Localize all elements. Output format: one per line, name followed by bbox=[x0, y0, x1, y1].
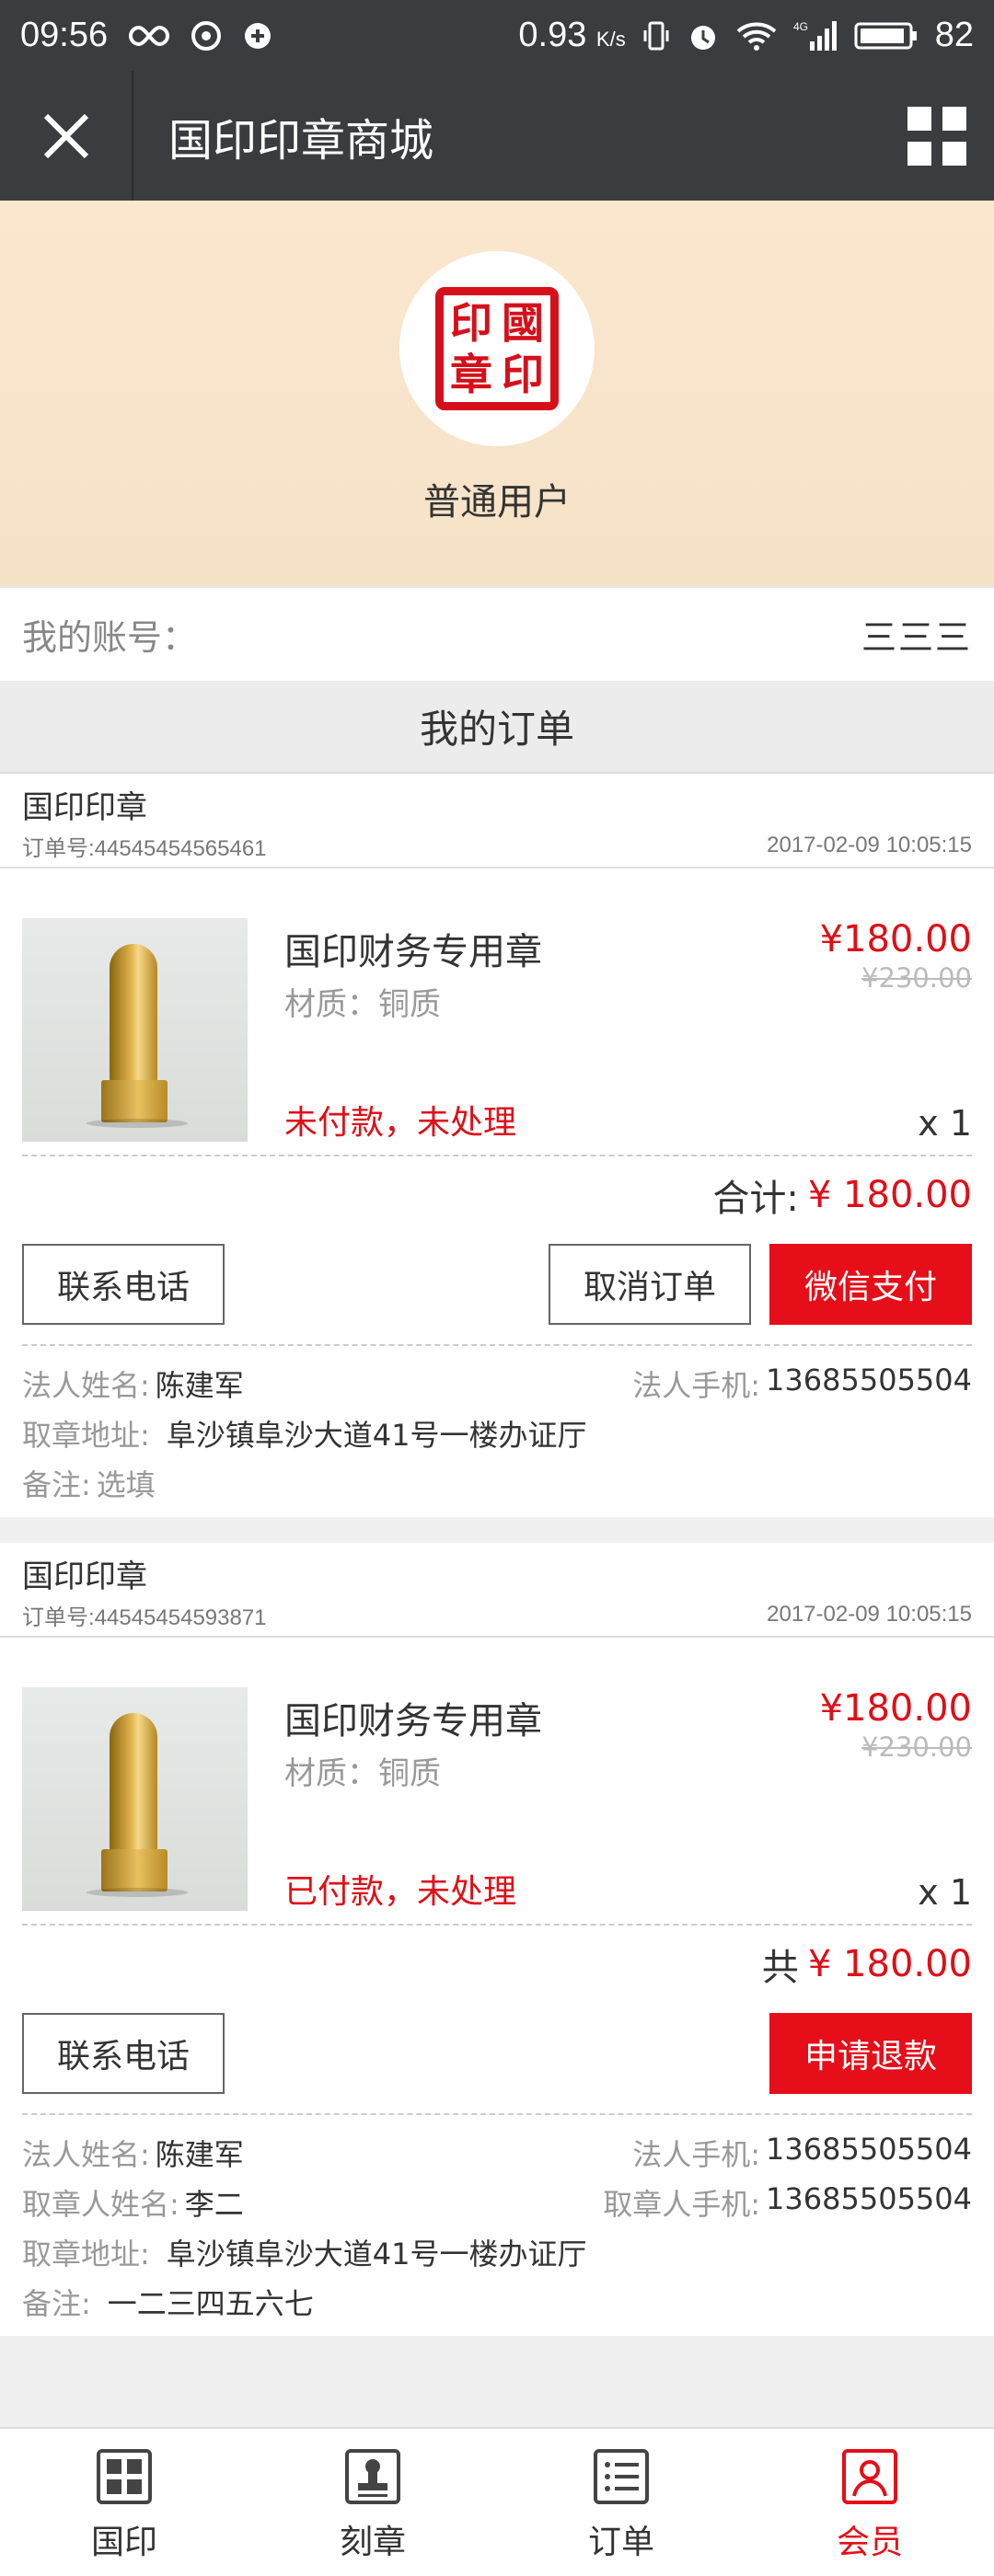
order-time: 2017-02-09 10:05:15 bbox=[767, 833, 972, 857]
remark-value: 选填 bbox=[96, 1467, 156, 1502]
order-meta: 订单号:44545454593871 2017-02-09 10:05:15 bbox=[22, 1593, 972, 1636]
netease-icon bbox=[191, 20, 222, 52]
picker-name-label: 取章人姓名: bbox=[22, 2187, 179, 2222]
tab-label: 会员 bbox=[836, 2524, 903, 2561]
picker-name: 李二 bbox=[184, 2187, 244, 2222]
total-label: 合计: bbox=[712, 1178, 799, 1220]
product-price: ¥180.00 bbox=[819, 918, 972, 960]
tab-label: 国印 bbox=[90, 2524, 157, 2561]
signal-icon: 4G bbox=[793, 19, 838, 52]
total-amount: ¥ 180.00 bbox=[807, 1943, 972, 1985]
order-details: 法人姓名: 陈建军 法人手机: 13685505504 取章地址: 阜沙镇阜沙大… bbox=[22, 1346, 972, 1517]
total-amount: ¥ 180.00 bbox=[807, 1174, 972, 1216]
order-total: 共 ¥ 180.00 bbox=[22, 1926, 972, 2003]
remark-label: 备注: bbox=[22, 2286, 91, 2321]
pickup-address: 阜沙镇阜沙大道41号一楼办证厅 bbox=[166, 1418, 587, 1453]
tab-engrave[interactable]: 刻章 bbox=[248, 2429, 497, 2576]
address-label: 取章地址: bbox=[22, 2237, 150, 2271]
account-row: 我的账号： 三三三 bbox=[0, 588, 994, 681]
product-quantity: x 1 bbox=[918, 1103, 972, 1144]
product-image bbox=[22, 1687, 248, 1911]
contact-phone-button[interactable]: 联系电话 bbox=[22, 1244, 225, 1325]
tab-label: 刻章 bbox=[339, 2524, 406, 2561]
product-old-price: ¥230.00 bbox=[861, 962, 972, 994]
legal-phone: 13685505504 bbox=[766, 2132, 972, 2167]
svg-text:4G: 4G bbox=[793, 20, 808, 33]
member-icon bbox=[840, 2447, 899, 2506]
order-number: 订单号:44545454593871 bbox=[22, 1604, 267, 1630]
order-status: 未付款，未处理 bbox=[284, 1104, 517, 1142]
bottom-tabbar: 国印 刻章 订单 会员 bbox=[0, 2427, 994, 2576]
remark-value: 一二三四五六七 bbox=[107, 2286, 314, 2321]
order-card: 国印印章 订单号:44545454565461 2017-02-09 10:05… bbox=[0, 774, 994, 1517]
tab-member[interactable]: 会员 bbox=[746, 2429, 994, 2576]
legal-phone-label: 法人手机: bbox=[632, 2137, 761, 2172]
total-label: 共 bbox=[761, 1947, 799, 1989]
user-type: 普通用户 bbox=[423, 481, 571, 523]
legal-name-label: 法人姓名: bbox=[22, 1368, 150, 1403]
vibrate-icon bbox=[642, 19, 670, 52]
battery-level: 82 bbox=[934, 16, 974, 54]
product-price: ¥180.00 bbox=[819, 1687, 972, 1730]
address-label: 取章地址: bbox=[22, 1418, 150, 1453]
tab-label: 订单 bbox=[587, 2524, 654, 2561]
stamp-icon bbox=[343, 2447, 402, 2506]
refund-button[interactable]: 申请退款 bbox=[769, 2013, 972, 2094]
menu-button[interactable] bbox=[907, 106, 966, 166]
remark-label: 备注: bbox=[22, 1467, 91, 1502]
account-value: 三三三 bbox=[861, 617, 972, 658]
order-details: 法人姓名: 陈建军 法人手机: 13685505504 取章人姓名: 李二 取章… bbox=[22, 2115, 972, 2336]
tab-guoyin[interactable]: 国印 bbox=[0, 2429, 248, 2576]
net-speed: 0.93 K/s bbox=[518, 16, 626, 54]
my-orders-heading: 我的订单 bbox=[0, 681, 994, 774]
order-item[interactable]: 国印财务专用章 材质：铜质 已付款，未处理 ¥180.00 ¥230.00 x … bbox=[22, 1638, 972, 1924]
order-shop-name: 国印印章 bbox=[22, 1558, 147, 1595]
legal-name-label: 法人姓名: bbox=[22, 2137, 150, 2172]
picker-phone-label: 取章人手机: bbox=[603, 2187, 761, 2222]
order-status: 已付款，未处理 bbox=[284, 1873, 517, 1911]
legal-phone: 13685505504 bbox=[766, 1363, 972, 1397]
legal-name: 陈建军 bbox=[155, 1368, 244, 1403]
order-card: 国印印章 订单号:44545454593871 2017-02-09 10:05… bbox=[0, 1543, 994, 2336]
wifi-icon bbox=[736, 20, 777, 52]
product-old-price: ¥230.00 bbox=[861, 1731, 972, 1763]
battery-icon bbox=[854, 20, 919, 52]
wechat-pay-button[interactable]: 微信支付 bbox=[769, 1244, 972, 1325]
legal-name: 陈建军 bbox=[155, 2137, 244, 2172]
status-time: 09:56 bbox=[20, 16, 109, 54]
order-item[interactable]: 国印财务专用章 材质：铜质 未付款，未处理 ¥180.00 ¥230.00 x … bbox=[22, 868, 972, 1155]
close-button[interactable] bbox=[0, 71, 133, 201]
legal-phone-label: 法人手机: bbox=[632, 1368, 761, 1403]
order-number: 订单号:44545454565461 bbox=[22, 835, 267, 861]
sync-icon bbox=[242, 20, 273, 52]
alarm-icon bbox=[687, 19, 720, 52]
grid-menu-icon bbox=[907, 106, 966, 166]
picker-phone: 13685505504 bbox=[766, 2181, 972, 2216]
order-list-icon bbox=[592, 2447, 651, 2506]
page-title: 国印印章商城 bbox=[168, 114, 434, 167]
top-navbar: 国印印章商城 bbox=[0, 71, 994, 201]
account-label: 我的账号： bbox=[22, 617, 198, 658]
product-image bbox=[22, 918, 248, 1142]
avatar[interactable]: 印 國 章 印 bbox=[399, 251, 595, 446]
order-shop-name: 国印印章 bbox=[22, 789, 147, 826]
order-time: 2017-02-09 10:05:15 bbox=[767, 1602, 972, 1627]
product-quantity: x 1 bbox=[918, 1872, 972, 1913]
seal-icon bbox=[95, 2447, 154, 2506]
status-bar: 09:56 0.93 K/s 4G 82 bbox=[0, 0, 994, 71]
seal-logo: 印 國 章 印 bbox=[435, 287, 559, 410]
contact-phone-button[interactable]: 联系电话 bbox=[22, 2013, 225, 2094]
close-icon bbox=[43, 113, 88, 158]
tab-orders[interactable]: 订单 bbox=[497, 2429, 746, 2576]
pickup-address: 阜沙镇阜沙大道41号一楼办证厅 bbox=[166, 2237, 587, 2271]
order-meta: 订单号:44545454565461 2017-02-09 10:05:15 bbox=[22, 824, 972, 867]
profile-header: 印 國 章 印 普通用户 bbox=[0, 201, 994, 588]
order-total: 合计: ¥ 180.00 bbox=[22, 1156, 972, 1234]
infinity-icon bbox=[128, 24, 170, 48]
cancel-order-button[interactable]: 取消订单 bbox=[549, 1244, 751, 1325]
